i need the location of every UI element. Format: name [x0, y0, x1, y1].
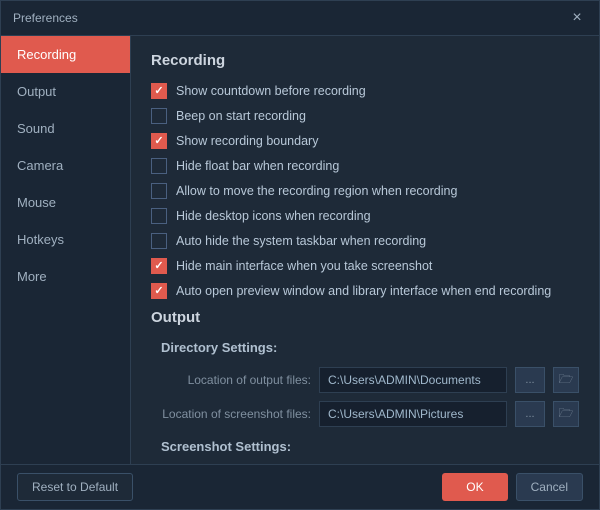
output-section-title: Output: [151, 309, 579, 326]
screenshot-settings-title: Screenshot Settings:: [161, 439, 579, 454]
main-content: Recording Output Sound Camera Mouse Hotk…: [1, 36, 599, 464]
content-area: Recording Show countdown before recordin…: [131, 36, 599, 464]
output-files-row: Location of output files: ... 🗁: [151, 367, 579, 393]
output-files-folder-button[interactable]: 🗁: [553, 367, 579, 393]
close-button[interactable]: ×: [567, 8, 587, 28]
sidebar-item-recording[interactable]: Recording: [1, 36, 130, 73]
screenshot-files-label: Location of screenshot files:: [151, 407, 311, 421]
folder-icon: 🗁: [559, 370, 574, 391]
checkbox-label-boundary: Show recording boundary: [176, 134, 318, 148]
checkbox-autopreview[interactable]: [151, 283, 167, 299]
checkbox-row-countdown: Show countdown before recording: [151, 83, 579, 99]
sidebar-item-sound[interactable]: Sound: [1, 110, 130, 147]
checkbox-label-taskbar: Auto hide the system taskbar when record…: [176, 234, 426, 248]
dialog-title: Preferences: [13, 11, 78, 25]
checkbox-label-countdown: Show countdown before recording: [176, 84, 366, 98]
checkbox-boundary[interactable]: [151, 133, 167, 149]
checkbox-maininterface[interactable]: [151, 258, 167, 274]
sidebar: Recording Output Sound Camera Mouse Hotk…: [1, 36, 131, 464]
checkbox-row-floatbar: Hide float bar when recording: [151, 158, 579, 174]
checkbox-label-maininterface: Hide main interface when you take screen…: [176, 259, 432, 273]
directory-settings-title: Directory Settings:: [161, 340, 579, 355]
sidebar-item-more[interactable]: More: [1, 258, 130, 295]
checkbox-label-floatbar: Hide float bar when recording: [176, 159, 339, 173]
sidebar-item-mouse[interactable]: Mouse: [1, 184, 130, 221]
output-section: Output Directory Settings: Location of o…: [151, 309, 579, 464]
checkbox-label-beep: Beep on start recording: [176, 109, 306, 123]
checkbox-beep[interactable]: [151, 108, 167, 124]
screenshot-files-browse-button[interactable]: ...: [515, 401, 545, 427]
output-files-label: Location of output files:: [151, 373, 311, 387]
footer: Reset to Default OK Cancel: [1, 464, 599, 509]
checkbox-taskbar[interactable]: [151, 233, 167, 249]
checkbox-row-boundary: Show recording boundary: [151, 133, 579, 149]
sidebar-item-output[interactable]: Output: [1, 73, 130, 110]
checkbox-row-autopreview: Auto open preview window and library int…: [151, 283, 579, 299]
screenshot-files-folder-button[interactable]: 🗁: [553, 401, 579, 427]
preferences-dialog: Preferences × Recording Output Sound Cam…: [0, 0, 600, 510]
recording-section-title: Recording: [151, 52, 579, 69]
checkbox-row-maininterface: Hide main interface when you take screen…: [151, 258, 579, 274]
checkbox-row-desktopicons: Hide desktop icons when recording: [151, 208, 579, 224]
checkbox-desktopicons[interactable]: [151, 208, 167, 224]
cancel-button[interactable]: Cancel: [516, 473, 583, 501]
sidebar-item-camera[interactable]: Camera: [1, 147, 130, 184]
checkbox-countdown[interactable]: [151, 83, 167, 99]
output-files-input[interactable]: [319, 367, 507, 393]
checkbox-label-desktopicons: Hide desktop icons when recording: [176, 209, 371, 223]
sidebar-item-hotkeys[interactable]: Hotkeys: [1, 221, 130, 258]
reset-to-default-button[interactable]: Reset to Default: [17, 473, 133, 501]
ok-button[interactable]: OK: [442, 473, 507, 501]
output-files-browse-button[interactable]: ...: [515, 367, 545, 393]
screenshot-files-input[interactable]: [319, 401, 507, 427]
checkbox-row-taskbar: Auto hide the system taskbar when record…: [151, 233, 579, 249]
checkbox-moveregion[interactable]: [151, 183, 167, 199]
screenshot-files-row: Location of screenshot files: ... 🗁: [151, 401, 579, 427]
checkbox-floatbar[interactable]: [151, 158, 167, 174]
title-bar: Preferences ×: [1, 1, 599, 36]
checkbox-row-beep: Beep on start recording: [151, 108, 579, 124]
checkbox-label-moveregion: Allow to move the recording region when …: [176, 184, 457, 198]
checkbox-row-moveregion: Allow to move the recording region when …: [151, 183, 579, 199]
checkbox-label-autopreview: Auto open preview window and library int…: [176, 284, 551, 298]
footer-actions: OK Cancel: [442, 473, 583, 501]
folder-icon-2: 🗁: [559, 404, 574, 425]
